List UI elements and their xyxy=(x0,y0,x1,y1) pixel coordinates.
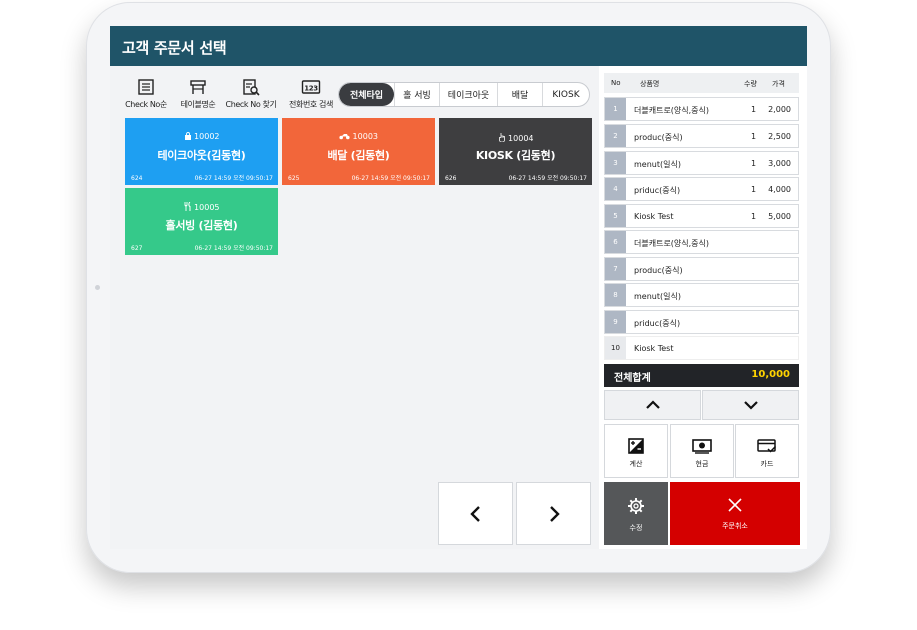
tool-label: Check No 찾기 xyxy=(225,100,277,109)
order-time: 06-27 14:59 오전 09:50:17 xyxy=(194,245,273,252)
order-name: 배달 (김동현) xyxy=(327,149,390,162)
pos-screen: 고객 주문서 선택 Check No순 테이블명순 Check No 찾기 12… xyxy=(110,26,807,549)
chevron-right-icon xyxy=(549,505,560,522)
camera-dot xyxy=(95,285,100,290)
phone-search-button[interactable]: 123 전화번호 검색 xyxy=(283,78,339,110)
total-label: 전체합계 xyxy=(614,373,651,384)
order-name: 테이크아웃(김동현) xyxy=(157,149,246,162)
filter-kiosk[interactable]: KIOSK xyxy=(542,83,589,106)
table-row[interactable]: 10 Kiosk Test xyxy=(604,336,799,360)
calculator-icon xyxy=(628,438,644,454)
order-time: 06-27 14:59 오전 09:50:17 xyxy=(194,175,273,182)
order-type-filter: 전체타입 홀 서빙 테이크아웃 배달 KIOSK xyxy=(338,82,590,107)
motorbike-icon xyxy=(339,134,350,140)
order-card-takeout[interactable]: 10002 테이크아웃(김동현) 624 06-27 14:59 오전 09:5… xyxy=(125,118,278,185)
table-row[interactable]: 3 menut(일식) 1 3,000 xyxy=(604,151,799,175)
cash-button[interactable]: 현금 xyxy=(670,424,734,478)
order-card-kiosk[interactable]: 10004 KIOSK (김동현) 626 06-27 14:59 오전 09:… xyxy=(439,118,592,185)
order-detail-panel: No 상품명 수량 가격 1 더블캐트로(양식,중식) 1 2,000 2 produc… xyxy=(599,66,807,549)
title-bar: 고객 주문서 선택 xyxy=(110,26,807,66)
order-id: 627 xyxy=(131,245,143,252)
svg-text:123: 123 xyxy=(304,85,318,93)
filter-takeout[interactable]: 테이크아웃 xyxy=(439,83,497,106)
order-id: 626 xyxy=(445,175,457,182)
order-card-hall[interactable]: 10005 홀서빙 (김동현) 627 06-27 14:59 오전 09:50… xyxy=(125,188,278,255)
order-time: 06-27 14:59 오전 09:50:17 xyxy=(508,175,587,182)
table-row[interactable]: 5 Kiosk Test 1 5,000 xyxy=(604,204,799,228)
tool-label: 전화번호 검색 xyxy=(289,100,333,109)
prev-page-button[interactable] xyxy=(438,482,513,545)
credit-card-icon xyxy=(757,439,777,453)
cancel-order-label: 주문취소 xyxy=(722,522,748,530)
order-total: 전체합계 10,000 xyxy=(604,364,799,387)
order-number: 10005 xyxy=(125,201,278,212)
order-number: 10004 xyxy=(439,132,592,143)
order-table-header: No 상품명 수량 가격 xyxy=(604,73,799,93)
order-name: KIOSK (김동현) xyxy=(475,149,556,162)
filter-hall[interactable]: 홀 서빙 xyxy=(394,83,439,106)
header-qty: 수량 xyxy=(744,80,757,88)
order-number: 10003 xyxy=(282,132,435,141)
bag-icon xyxy=(184,132,191,140)
calculate-label: 계산 xyxy=(629,460,643,468)
scroll-up-button[interactable] xyxy=(604,390,701,420)
cash-label: 현금 xyxy=(695,460,709,468)
chevron-left-icon xyxy=(469,505,480,522)
gear-icon xyxy=(628,498,644,514)
order-name: 홀서빙 (김동현) xyxy=(165,219,238,232)
scroll-down-button[interactable] xyxy=(702,390,799,420)
table-row[interactable]: 6 더블캐트로(양식,중식) xyxy=(604,230,799,254)
table-icon xyxy=(190,80,206,94)
cash-icon xyxy=(692,439,712,454)
card-button[interactable]: 카드 xyxy=(735,424,799,478)
edit-label: 수정 xyxy=(629,524,643,532)
order-id: 625 xyxy=(288,175,300,182)
order-card-delivery[interactable]: 10003 배달 (김동현) 625 06-27 14:59 오전 09:50:… xyxy=(282,118,435,185)
tool-label: Check No순 xyxy=(125,100,167,109)
close-icon xyxy=(728,498,742,512)
sort-table-name-button[interactable]: 테이블명순 xyxy=(170,78,226,110)
order-time: 06-27 14:59 오전 09:50:17 xyxy=(351,175,430,182)
sort-check-no-button[interactable]: Check No순 xyxy=(118,78,174,110)
edit-button[interactable]: 수정 xyxy=(604,482,668,545)
chevron-down-icon xyxy=(743,401,758,410)
order-number: 10002 xyxy=(125,132,278,141)
list-icon xyxy=(138,79,154,95)
table-row[interactable]: 2 produc(중식) 1 2,500 xyxy=(604,124,799,148)
phone-number-icon: 123 xyxy=(301,80,321,94)
card-label: 카드 xyxy=(760,460,774,468)
filter-delivery[interactable]: 배달 xyxy=(497,83,542,106)
find-check-no-button[interactable]: Check No 찾기 xyxy=(223,78,279,110)
calculate-button[interactable]: 계산 xyxy=(604,424,668,478)
next-page-button[interactable] xyxy=(516,482,591,545)
chevron-up-icon xyxy=(645,400,660,409)
table-row[interactable]: 1 더블캐트로(양식,중식) 1 2,000 xyxy=(604,97,799,121)
filter-all[interactable]: 전체타입 xyxy=(339,83,394,106)
document-search-icon xyxy=(243,79,260,96)
window-title: 고객 주문서 선택 xyxy=(122,39,227,57)
header-no: No xyxy=(611,79,621,87)
utensils-icon xyxy=(184,201,190,211)
tool-label: 테이블명순 xyxy=(180,100,216,109)
touch-icon xyxy=(498,133,505,143)
total-value: 10,000 xyxy=(751,369,790,380)
table-row[interactable]: 9 priduc(중식) xyxy=(604,310,799,334)
table-row[interactable]: 4 priduc(중식) 1 4,000 xyxy=(604,177,799,201)
cancel-order-button[interactable]: 주문취소 xyxy=(670,482,800,545)
table-row[interactable]: 8 menut(일식) xyxy=(604,283,799,307)
header-price: 가격 xyxy=(772,80,785,88)
header-name: 상품명 xyxy=(640,80,660,88)
order-id: 624 xyxy=(131,175,143,182)
table-row[interactable]: 7 produc(중식) xyxy=(604,257,799,281)
